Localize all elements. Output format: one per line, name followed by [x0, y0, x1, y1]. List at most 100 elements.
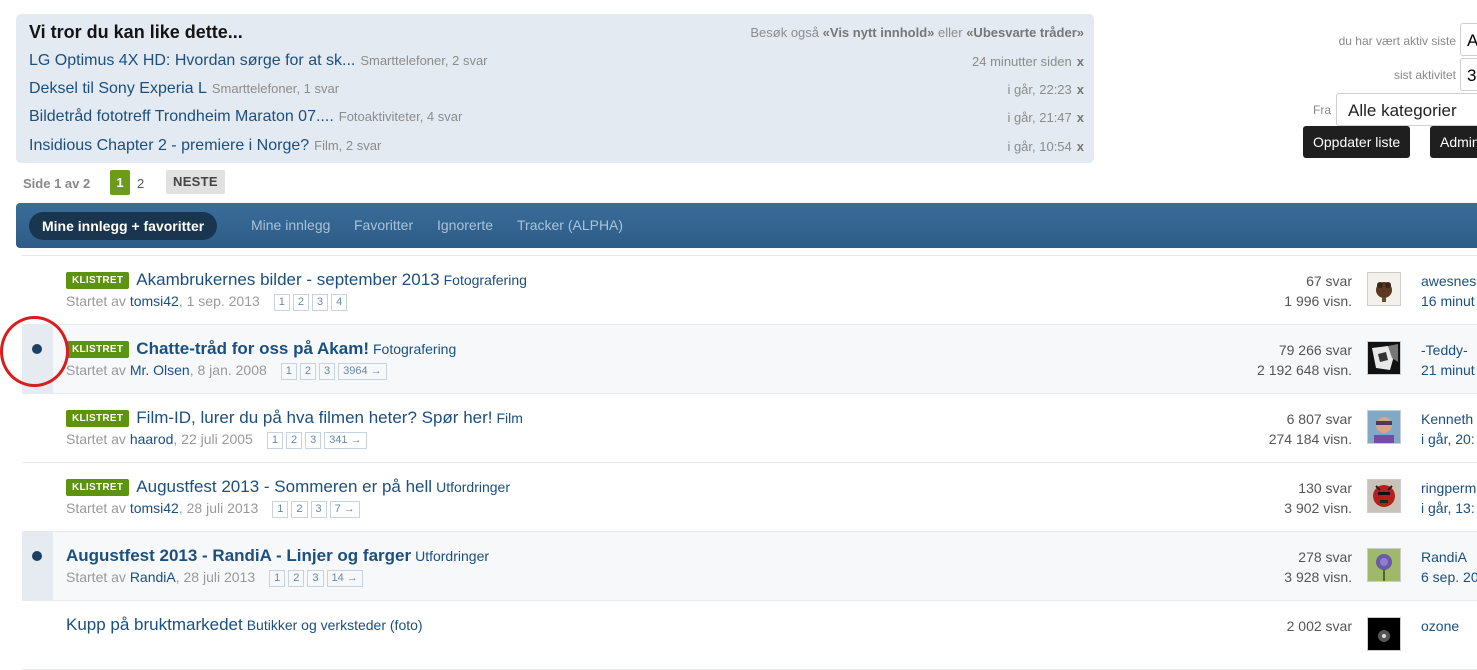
sticky-badge: KLISTRET: [66, 479, 130, 496]
recommended-item-title[interactable]: Insidious Chapter 2 - premiere i Norge?: [29, 137, 309, 154]
recommended-item-title[interactable]: LG Optimus 4X HD: Hvordan sørge for at s…: [29, 52, 355, 69]
last-post-time[interactable]: 6 sep. 20: [1421, 569, 1477, 585]
thread-page-link[interactable]: 3: [319, 363, 336, 380]
recommended-item-meta: Film, 2 svar: [314, 138, 382, 153]
started-by-label: Startet av: [66, 362, 126, 378]
tab-ignored[interactable]: Ignorerte: [437, 217, 493, 233]
thread-list: KLISTRET Akambrukernes bilder - september…: [22, 255, 1477, 670]
last-post-time[interactable]: 21 minut: [1421, 362, 1475, 378]
last-activity-select[interactable]: 3: [1460, 58, 1477, 91]
thread-title[interactable]: Chatte-tråd for oss på Akam!: [136, 339, 369, 358]
recommended-item-meta: Smarttelefoner, 1 svar: [211, 81, 340, 96]
tab-favorites[interactable]: Favoritter: [354, 217, 413, 233]
last-post-user[interactable]: RandiA: [1421, 549, 1467, 565]
recommended-item-title[interactable]: Deksel til Sony Experia L: [29, 80, 207, 97]
thread-author[interactable]: RandiA: [130, 569, 176, 585]
dismiss-x-icon[interactable]: x: [1077, 110, 1084, 125]
avatar[interactable]: [1367, 617, 1401, 651]
dismiss-x-icon[interactable]: x: [1077, 54, 1084, 69]
recommended-item: Bildetråd fototreff Trondheim Maraton 07…: [29, 108, 1084, 130]
last-post-time[interactable]: i går, 13:: [1421, 500, 1475, 516]
thread-page-link[interactable]: 2: [292, 294, 310, 311]
unanswered-threads-link[interactable]: «Ubesvarte tråder»: [966, 25, 1084, 40]
thread-title[interactable]: Akambrukernes bilder - september 2013: [136, 270, 439, 289]
last-post: ringperm i går, 13:: [1421, 478, 1476, 518]
last-post-user[interactable]: ozone: [1421, 618, 1459, 634]
thread-date: , 8 jan. 2008: [189, 362, 267, 378]
thread-stats: 130 svar 3 902 visn.: [1284, 478, 1352, 518]
last-post: awesnes 16 minut: [1421, 271, 1476, 311]
thread-row: KLISTRET Chatte-tråd for oss på Akam! Foto…: [22, 325, 1477, 394]
last-post: -Teddy- 21 minut: [1421, 340, 1475, 380]
thread-title[interactable]: Augustfest 2013 - Sommeren er på hell: [136, 477, 432, 496]
view-new-content-link[interactable]: «Vis nytt innhold»: [823, 25, 935, 40]
admin-button[interactable]: Admin: [1430, 126, 1477, 158]
last-post-user[interactable]: ringperm: [1421, 480, 1476, 496]
thread-row: Augustfest 2013 - RandiA - Linjer og far…: [22, 532, 1477, 601]
update-list-button[interactable]: Oppdater liste: [1303, 126, 1411, 158]
thread-forum[interactable]: Fotografering: [373, 341, 456, 357]
last-post-time[interactable]: 16 minut: [1421, 293, 1475, 309]
thread-page-link[interactable]: 7 →: [329, 501, 360, 518]
thread-page-link[interactable]: 2: [288, 570, 305, 587]
avatar[interactable]: [1367, 479, 1401, 513]
last-post-user[interactable]: awesnes: [1421, 273, 1476, 289]
tab-tracker[interactable]: Tracker (ALPHA): [517, 217, 623, 233]
unread-dot-icon[interactable]: [32, 344, 42, 354]
page-2-link[interactable]: 2: [137, 176, 144, 191]
thread-page-link[interactable]: 4: [331, 294, 348, 311]
thread-page-link[interactable]: 3: [305, 432, 322, 449]
thread-title[interactable]: Augustfest 2013 - RandiA - Linjer og far…: [66, 546, 411, 565]
last-post-time[interactable]: i går, 20:: [1421, 431, 1475, 447]
active-period-select[interactable]: A: [1460, 23, 1477, 56]
dismiss-x-icon[interactable]: x: [1077, 139, 1084, 154]
filter-tab-bar: Mine innlegg + favoritter Mine innlegg F…: [16, 203, 1477, 248]
thread-forum[interactable]: Fotografering: [444, 272, 527, 288]
thread-page-link[interactable]: 1: [280, 363, 297, 380]
recommended-panel: Vi tror du kan like dette... Besøk også …: [16, 14, 1094, 163]
thread-forum[interactable]: Utfordringer: [436, 479, 510, 495]
avatar[interactable]: [1367, 341, 1401, 375]
thread-page-link[interactable]: 1: [272, 501, 289, 518]
avatar[interactable]: [1367, 548, 1401, 582]
thread-page-link[interactable]: 2: [291, 501, 308, 518]
thread-author[interactable]: tomsi42: [130, 500, 179, 516]
thread-page-link[interactable]: 3: [307, 570, 324, 587]
unread-dot-icon[interactable]: [32, 551, 42, 561]
thread-forum[interactable]: Film: [496, 410, 522, 426]
thread-title[interactable]: Film-ID, lurer du på hva filmen heter? S…: [136, 408, 492, 427]
thread-row: KLISTRET Akambrukernes bilder - september…: [22, 256, 1477, 325]
recommended-item-title[interactable]: Bildetråd fototreff Trondheim Maraton 07…: [29, 108, 334, 125]
thread-page-link[interactable]: 1: [273, 294, 290, 311]
last-post-user[interactable]: -Teddy-: [1421, 342, 1468, 358]
tab-my-posts[interactable]: Mine innlegg: [251, 217, 330, 233]
avatar[interactable]: [1367, 272, 1401, 306]
tab-my-posts-favorites[interactable]: Mine innlegg + favoritter: [29, 212, 218, 240]
thread-page-link[interactable]: 2: [285, 432, 303, 449]
thread-title[interactable]: Kupp på bruktmarkedet: [66, 615, 243, 634]
reply-count: 278 svar: [1298, 549, 1352, 565]
next-page-button[interactable]: NESTE: [166, 170, 225, 194]
thread-page-link[interactable]: 3: [310, 501, 327, 518]
thread-author[interactable]: tomsi42: [130, 293, 179, 309]
thread-forum[interactable]: Utfordringer: [415, 548, 489, 564]
reply-count: 67 svar: [1306, 273, 1352, 289]
thread-page-link[interactable]: 1: [266, 432, 283, 449]
thread-author[interactable]: haarod: [130, 431, 174, 447]
thread-page-link[interactable]: 2: [299, 363, 317, 380]
thread-page-link[interactable]: 341 →: [324, 432, 367, 449]
avatar[interactable]: [1367, 410, 1401, 444]
thread-page-link[interactable]: 1: [269, 570, 286, 587]
category-select[interactable]: Alle kategorier: [1336, 93, 1477, 126]
dismiss-x-icon[interactable]: x: [1077, 82, 1084, 97]
unread-strip: [22, 325, 53, 393]
thread-page-link[interactable]: 14 →: [326, 570, 363, 587]
thread-meta: Startet av RandiA, 28 juli 2013 1 2 3 14 →: [66, 569, 489, 587]
last-post-user[interactable]: Kenneth: [1421, 411, 1473, 427]
thread-stats: 2 002 svar: [1287, 616, 1352, 636]
thread-page-link[interactable]: 3: [312, 294, 329, 311]
thread-author[interactable]: Mr. Olsen: [130, 362, 190, 378]
thread-page-link[interactable]: 3964 →: [338, 363, 387, 380]
recommended-item-meta: Fotoaktiviteter, 4 svar: [338, 109, 463, 124]
thread-forum[interactable]: Butikker og verksteder (foto): [247, 617, 423, 633]
